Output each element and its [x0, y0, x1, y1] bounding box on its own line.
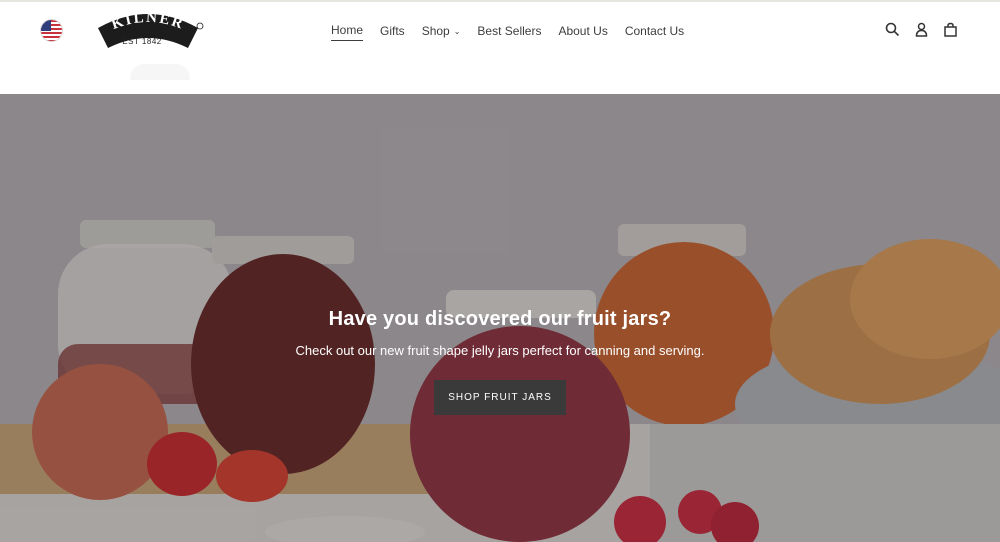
nav-contact-us[interactable]: Contact Us: [625, 24, 684, 41]
faded-logo-mark: [130, 64, 190, 80]
account-icon[interactable]: [914, 22, 929, 37]
search-icon[interactable]: [885, 22, 900, 37]
nav-shop[interactable]: Shop ⌄: [422, 24, 461, 41]
cart-icon[interactable]: [943, 22, 958, 37]
nav-gifts[interactable]: Gifts: [380, 24, 405, 41]
nav-about-us[interactable]: About Us: [558, 24, 607, 41]
nav-best-sellers[interactable]: Best Sellers: [477, 24, 541, 41]
main-nav: Home Gifts Shop ⌄ Best Sellers About Us C…: [331, 22, 684, 42]
kilner-logo[interactable]: KILNER EST 1842: [92, 10, 204, 52]
hero-content: Have you discovered our fruit jars? Chec…: [0, 308, 1000, 415]
logo-established: EST 1842: [122, 37, 162, 46]
chevron-down-icon: ⌄: [453, 26, 461, 36]
nav-home[interactable]: Home: [331, 23, 364, 41]
nav-shop-label: Shop: [421, 23, 450, 38]
hero-title: Have you discovered our fruit jars?: [328, 308, 672, 330]
header-icons: [885, 22, 958, 37]
site-header: KILNER EST 1842 Home Gifts Shop ⌄ Best Se…: [0, 2, 1000, 93]
hero-subtitle: Check out our new fruit shape jelly jars…: [295, 343, 705, 358]
shop-fruit-jars-button[interactable]: SHOP FRUIT JARS: [434, 380, 566, 415]
us-flag-icon[interactable]: [41, 20, 62, 41]
hero-banner: Have you discovered our fruit jars? Chec…: [0, 94, 1000, 542]
